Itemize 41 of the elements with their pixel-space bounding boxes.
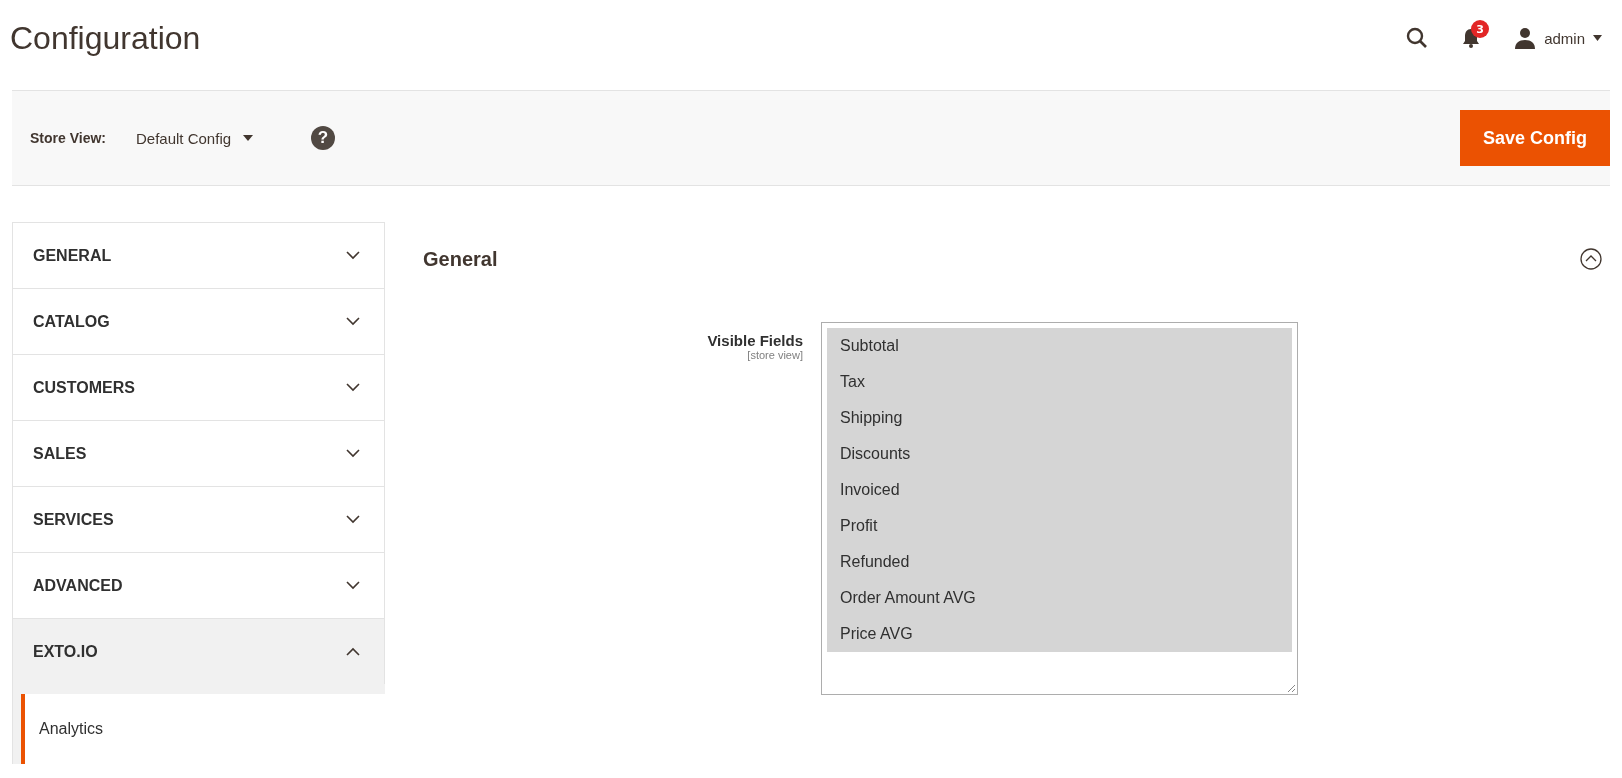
chevron-down-icon (346, 515, 360, 524)
chevron-down-icon (346, 383, 360, 392)
select-option[interactable]: Invoiced (827, 472, 1292, 508)
user-icon (1514, 27, 1537, 49)
page-title: Configuration (10, 19, 201, 57)
sidebar-item[interactable]: SERVICES (12, 486, 385, 552)
save-config-button[interactable]: Save Config (1459, 110, 1610, 166)
sidebar-item[interactable]: ADVANCED (12, 552, 385, 618)
select-option[interactable]: Shipping (827, 400, 1292, 436)
sidebar-subitem[interactable]: Analytics (21, 694, 385, 764)
field-label: Visible Fields (707, 332, 803, 349)
notification-count: 3 (1471, 20, 1490, 38)
search-icon[interactable] (1406, 27, 1429, 49)
chevron-down-icon (346, 581, 360, 590)
chevron-up-icon (346, 647, 360, 656)
sidebar-item[interactable]: CUSTOMERS (12, 354, 385, 420)
multiselect-field[interactable]: Subtotal Tax Shipping Discounts Invoiced Profit Refunded Order Amount AVG Price AVG (821, 322, 1298, 695)
user-menu[interactable]: admin (1514, 27, 1602, 49)
select-option[interactable]: Subtotal (827, 328, 1292, 364)
sidebar-item[interactable]: SALES (12, 420, 385, 486)
store-view-dropdown[interactable]: Default Config (136, 129, 254, 147)
select-option[interactable]: Discounts (827, 436, 1292, 472)
chevron-down-icon (346, 449, 360, 458)
section-title: General (423, 247, 498, 271)
sidebar-item[interactable]: CATALOG (12, 288, 385, 354)
sidebar-item[interactable]: GENERAL (12, 222, 385, 288)
caret-icon (1593, 35, 1602, 41)
select-option[interactable]: Order Amount AVG (827, 580, 1292, 616)
sidebar-item[interactable]: EXTO.IO (12, 618, 385, 684)
caret-icon (243, 135, 254, 141)
store-view-label: Store View: (30, 130, 106, 146)
select-option[interactable]: Refunded (827, 544, 1292, 580)
scope-label: [store view] (747, 349, 803, 361)
chevron-down-icon (346, 317, 360, 326)
select-option[interactable]: Profit (827, 508, 1292, 544)
select-option[interactable]: Tax (827, 364, 1292, 400)
resize-grip-icon[interactable] (1287, 684, 1295, 692)
help-icon[interactable]: ? (311, 126, 336, 150)
select-option[interactable]: Price AVG (827, 616, 1292, 652)
collapse-icon[interactable] (1580, 248, 1602, 270)
chevron-down-icon (346, 251, 360, 260)
